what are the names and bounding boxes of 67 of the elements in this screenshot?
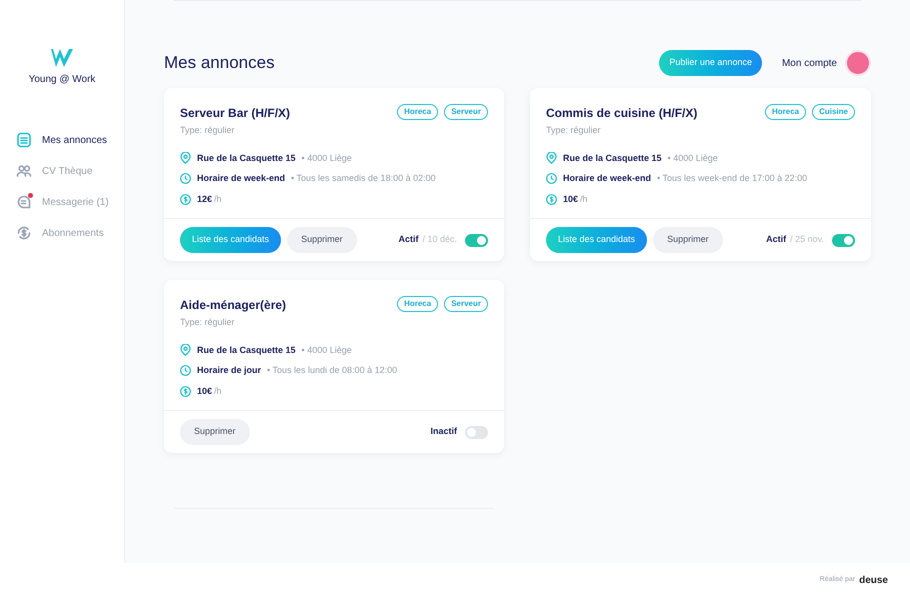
schedule: Horaire de jour: [197, 364, 262, 377]
tag: Horeca: [397, 296, 438, 312]
listing-title: Commis de cuisine (H/F/X): [546, 105, 698, 122]
nav-item[interactable]: Mes annonces: [16, 131, 109, 149]
document-icon: [16, 132, 32, 148]
account-link[interactable]: Mon compte: [782, 56, 837, 70]
status-date: / 25 nov.: [790, 233, 824, 246]
pay: 10€: [197, 384, 212, 398]
candidates-button[interactable]: Liste des candidats: [180, 227, 282, 253]
city: • 4000 Liège: [302, 344, 352, 357]
clock-icon: [180, 365, 191, 376]
logo-text: Young @ Work: [28, 73, 96, 87]
tag: Horeca: [764, 104, 806, 120]
tag: Cuisine: [812, 104, 855, 120]
pay-unit: /h: [214, 384, 222, 398]
pay: 12€: [197, 192, 212, 206]
nav-item[interactable]: Messagerie (1): [16, 193, 109, 211]
nav-item[interactable]: Abonnements: [16, 224, 109, 242]
address: Rue de la Casquette 15: [197, 152, 296, 165]
dollar-icon: [546, 194, 557, 205]
page-title: Mes annonces: [164, 52, 275, 74]
location-icon: [180, 344, 191, 356]
status-label: Actif: [398, 233, 418, 246]
listing-type: Type: régulier: [180, 316, 236, 329]
schedule-detail: • Tous les week-end de 17:00 à 22:00: [657, 172, 808, 185]
schedule: Horaire de week-end: [563, 172, 652, 185]
tag: Serveur: [444, 104, 488, 120]
clock-icon: [546, 173, 557, 184]
avatar[interactable]: [845, 50, 871, 76]
nav-item[interactable]: CV Thèque: [16, 162, 109, 180]
location-icon: [546, 152, 557, 164]
address: Rue de la Casquette 15: [197, 344, 296, 357]
dollar-icon: [180, 386, 191, 397]
delete-button[interactable]: Supprimer: [653, 227, 723, 253]
publish-button[interactable]: Publier une annonce: [659, 50, 762, 76]
refresh-dollar-icon: [16, 225, 32, 241]
status-date: / 10 déc.: [422, 233, 457, 246]
listing-title: Serveur Bar (H/F/X): [180, 105, 290, 122]
pay: 10€: [563, 192, 578, 206]
schedule-detail: • Tous les samedis de 18:00 à 02:00: [291, 172, 436, 185]
status-label: Inactif: [430, 425, 457, 438]
tag: Horeca: [397, 104, 438, 120]
dollar-icon: [180, 194, 191, 205]
listing-type: Type: régulier: [180, 124, 236, 137]
schedule: Horaire de week-end: [197, 172, 286, 185]
message-icon: [16, 194, 32, 210]
location-icon: [180, 152, 191, 164]
tag: Serveur: [444, 296, 488, 312]
logo-icon: [50, 48, 74, 68]
delete-button[interactable]: Supprimer: [287, 227, 357, 253]
brand-logo: deuse: [859, 574, 888, 588]
delete-button[interactable]: Supprimer: [180, 419, 250, 445]
users-icon: [16, 163, 32, 179]
status-toggle[interactable]: [832, 234, 855, 246]
address: Rue de la Casquette 15: [563, 152, 662, 165]
listing-type: Type: régulier: [546, 124, 602, 137]
city: • 4000 Liège: [302, 152, 352, 165]
schedule-detail: • Tous les lundi de 08:00 à 12:00: [267, 364, 398, 377]
status-toggle[interactable]: [465, 426, 488, 438]
status-label: Actif: [766, 233, 786, 246]
pay-unit: /h: [580, 192, 588, 206]
candidates-button[interactable]: Liste des candidats: [546, 227, 648, 253]
pay-unit: /h: [214, 192, 222, 206]
listing-title: Aide-ménager(ère): [180, 297, 286, 314]
clock-icon: [180, 173, 191, 184]
status-toggle[interactable]: [465, 234, 488, 246]
city: • 4000 Liège: [668, 152, 718, 165]
